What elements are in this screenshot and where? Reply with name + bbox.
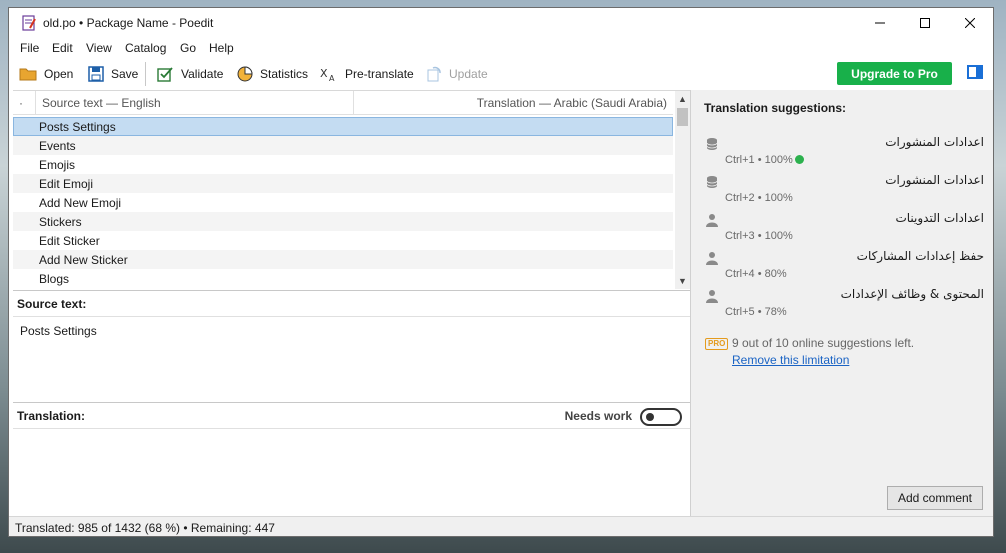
window-title: old.po • Package Name - Poedit — [43, 16, 214, 30]
suggestion-item[interactable]: اعدادات المنشورات Ctrl+1 • 100% — [691, 131, 993, 169]
open-label: Open — [44, 67, 74, 81]
menu-go[interactable]: Go — [180, 41, 196, 55]
menu-help[interactable]: Help — [209, 41, 234, 55]
list-row[interactable]: Posts Settings — [13, 117, 673, 136]
person-icon — [706, 214, 718, 227]
suggestion-text: المحتوى & وظائف الإعدادات — [840, 287, 984, 301]
statistics-button[interactable]: Statistics — [237, 63, 308, 85]
source-column-header[interactable]: Source text — English — [35, 91, 161, 114]
toolbar-separator — [145, 62, 146, 86]
list-row[interactable]: Add New Sticker — [13, 250, 673, 269]
scroll-down-icon[interactable]: ▼ — [678, 276, 687, 286]
suggestion-item[interactable]: اعدادات التدوينات Ctrl+3 • 100% — [691, 207, 993, 245]
suggestion-meta-text: Ctrl+1 • 100% — [725, 154, 793, 166]
list-header: · Source text — English Translation — Ar… — [13, 91, 673, 115]
update-icon — [427, 66, 441, 82]
status-column-header[interactable]: · — [19, 96, 23, 110]
list-scrollbar[interactable]: ▲ ▼ — [675, 91, 690, 289]
database-icon — [706, 176, 718, 188]
list-row[interactable]: Blogs — [13, 269, 673, 288]
remove-limitation-link[interactable]: Remove this limitation — [732, 353, 849, 367]
list-row[interactable]: Add New Emoji — [13, 193, 673, 212]
list-row[interactable]: Events — [13, 136, 673, 155]
suggestions-sidebar: Translation suggestions: اعدادات المنشور… — [690, 90, 993, 516]
menu-bar: File Edit View Catalog Go Help — [9, 38, 993, 58]
minimize-icon — [875, 22, 885, 24]
suggestion-text: اعدادات المنشورات — [885, 135, 984, 149]
list-row[interactable]: Edit Sticker — [13, 231, 673, 250]
person-icon — [706, 252, 718, 265]
title-bar: old.po • Package Name - Poedit — [9, 8, 993, 38]
translation-column-header[interactable]: Translation — Arabic (Saudi Arabia) — [353, 91, 673, 114]
save-label: Save — [111, 67, 139, 81]
suggestion-meta: Ctrl+2 • 100% — [725, 192, 793, 204]
menu-catalog[interactable]: Catalog — [125, 41, 166, 55]
suggestion-item[interactable]: حفظ إعدادات المشاركات Ctrl+4 • 80% — [691, 245, 993, 283]
scrollbar-thumb[interactable] — [677, 108, 688, 126]
source-text-label: Source text: — [13, 291, 690, 317]
pretranslate-button[interactable]: X A Pre-translate — [320, 63, 414, 85]
suggestion-text: اعدادات المنشورات — [885, 173, 984, 187]
suggestion-meta: Ctrl+3 • 100% — [725, 230, 793, 242]
menu-file[interactable]: File — [20, 41, 39, 55]
suggestion-text: حفظ إعدادات المشاركات — [856, 249, 984, 263]
list-row[interactable]: Stickers — [13, 212, 673, 231]
update-label: Update — [449, 67, 488, 81]
translate-icon: X A — [320, 67, 335, 82]
menu-edit[interactable]: Edit — [52, 41, 73, 55]
suggestion-meta: Ctrl+5 • 78% — [725, 306, 787, 318]
statistics-label: Statistics — [260, 67, 309, 81]
database-icon — [706, 138, 718, 150]
sidebar-toggle-icon[interactable] — [967, 65, 983, 79]
suggestion-item[interactable]: اعدادات المنشورات Ctrl+2 • 100% — [691, 169, 993, 207]
validate-label: Validate — [181, 67, 224, 81]
maximize-button[interactable] — [902, 8, 948, 38]
needs-work-label: Needs work — [564, 409, 632, 423]
pro-badge: PRO — [705, 338, 729, 350]
pie-chart-icon — [237, 66, 253, 82]
suggestions-title: Translation suggestions: — [704, 101, 847, 115]
floppy-disk-icon — [88, 66, 104, 82]
source-text-panel: Source text: Posts Settings — [13, 290, 690, 403]
pretranslate-label: Pre-translate — [345, 67, 414, 81]
suggestion-text: اعدادات التدوينات — [895, 211, 984, 225]
open-button[interactable]: Open — [19, 63, 73, 85]
close-icon — [965, 18, 975, 28]
toolbar: Open Save Validate Statistics X A Pre-tr… — [9, 60, 993, 88]
add-comment-button[interactable]: Add comment — [887, 486, 983, 510]
status-bar: Translated: 985 of 1432 (68 %) • Remaini… — [9, 516, 993, 536]
source-text-content: Posts Settings — [20, 324, 97, 338]
poedit-window: old.po • Package Name - Poedit File Edit… — [8, 7, 994, 537]
list-row[interactable]: Emojis — [13, 155, 673, 174]
needs-work-toggle[interactable] — [640, 408, 682, 426]
validate-button[interactable]: Validate — [157, 63, 223, 85]
list-rows: Posts Settings Events Emojis Edit Emoji … — [13, 117, 673, 288]
suggestion-meta: Ctrl+4 • 80% — [725, 268, 787, 280]
minimize-button[interactable] — [857, 8, 903, 38]
save-button[interactable]: Save — [88, 63, 138, 85]
checkbox-check-icon — [157, 67, 173, 82]
svg-text:X: X — [320, 67, 328, 80]
scroll-up-icon[interactable]: ▲ — [678, 94, 687, 104]
suggestion-meta: Ctrl+1 • 100% — [725, 154, 804, 166]
strings-list: · Source text — English Translation — Ar… — [13, 90, 690, 289]
person-icon — [706, 290, 718, 303]
maximize-icon — [920, 18, 930, 28]
poedit-app-icon — [22, 15, 36, 31]
suggestion-item[interactable]: المحتوى & وظائف الإعدادات Ctrl+5 • 78% — [691, 283, 993, 321]
update-button[interactable]: Update — [426, 63, 488, 85]
upgrade-to-pro-button[interactable]: Upgrade to Pro — [837, 62, 952, 85]
online-suggestions-left: 9 out of 10 online suggestions left. — [732, 336, 915, 350]
menu-view[interactable]: View — [86, 41, 112, 55]
folder-icon — [19, 68, 37, 81]
translation-panel: Translation: Needs work — [13, 402, 690, 514]
svg-text:A: A — [329, 74, 335, 82]
check-circle-icon — [794, 155, 804, 164]
close-button[interactable] — [947, 8, 993, 38]
list-row[interactable]: Edit Emoji — [13, 174, 673, 193]
